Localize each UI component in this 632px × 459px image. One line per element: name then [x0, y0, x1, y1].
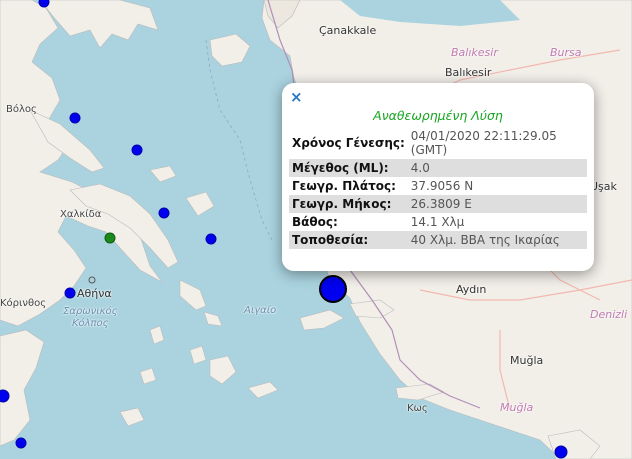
- map-label-aydin: Aydın: [456, 283, 487, 296]
- map-label-mugla: Muğla: [510, 354, 544, 367]
- quake-marker: [38, 0, 50, 8]
- selected-quake-marker: [319, 275, 347, 303]
- magnitude-label: Μέγεθος (ML):: [289, 159, 408, 177]
- origin-time-label: Χρόνος Γένεσης:: [292, 136, 405, 150]
- quake-marker-green: [104, 232, 116, 244]
- map-label-mugla-region: Muğla: [500, 401, 534, 414]
- map-label-usak: Uşak: [590, 180, 617, 193]
- table-row: Χρόνος Γένεσης: 04/01/2020 22:11:29.05 (…: [289, 127, 587, 159]
- depth-label: Βάθος:: [292, 215, 338, 229]
- map-label-kos: Κως: [407, 403, 428, 414]
- longitude-label: Γεωγρ. Μήκος:: [289, 195, 408, 213]
- map-label-canakkale: Çanakkale: [319, 24, 377, 37]
- earthquake-info-popup: × Αναθεωρημένη Λύση Χρόνος Γένεσης: 04/0…: [282, 83, 594, 271]
- quake-marker: [131, 144, 143, 156]
- quake-marker: [64, 287, 76, 299]
- map-label-volos: Βόλος: [6, 104, 37, 115]
- map-label-bursa: Bursa: [550, 46, 582, 59]
- quake-marker: [15, 437, 27, 449]
- map-label-balikesir-region: Balıkesir: [451, 46, 498, 59]
- quake-marker: [69, 112, 81, 124]
- table-row: Γεωγρ. Πλάτος: 37.9056 N: [289, 177, 587, 195]
- location-label: Τοποθεσία:: [289, 231, 408, 249]
- map-label-balikesir: Balıkesir: [445, 66, 492, 79]
- quake-marker: [554, 445, 568, 459]
- close-icon[interactable]: ×: [290, 89, 303, 105]
- map-label-saronic: Σαρωνικός Κόλπος: [63, 306, 118, 329]
- table-row: Γεωγρ. Μήκος: 26.3809 E: [289, 195, 587, 213]
- earthquake-details-table: Χρόνος Γένεσης: 04/01/2020 22:11:29.05 (…: [289, 127, 587, 249]
- magnitude-value: 4.0: [407, 159, 587, 177]
- quake-marker: [205, 233, 217, 245]
- map-label-aigaio: Αιγαίο: [244, 305, 277, 316]
- quake-marker: [0, 389, 10, 403]
- location-value: 40 Χλμ. ΒΒΑ της Ικαρίας: [407, 231, 587, 249]
- map-label-athina: Αθήνα: [77, 287, 112, 300]
- longitude-value: 26.3809 E: [407, 195, 587, 213]
- latitude-label: Γεωγρ. Πλάτος:: [292, 179, 396, 193]
- latitude-value: 37.9056 N: [410, 179, 474, 193]
- popup-title: Αναθεωρημένη Λύση: [373, 108, 503, 123]
- table-row: Τοποθεσία: 40 Χλμ. ΒΒΑ της Ικαρίας: [289, 231, 587, 249]
- table-row: Μέγεθος (ML): 4.0: [289, 159, 587, 177]
- table-row: Βάθος: 14.1 Χλμ: [289, 213, 587, 231]
- quake-marker: [158, 207, 170, 219]
- map-label-korinthos: Κόρινθος: [0, 298, 47, 309]
- origin-time-value: 04/01/2020 22:11:29.05 (GMT): [410, 129, 557, 157]
- map-label-denizli: Denizli: [590, 308, 628, 321]
- depth-value: 14.1 Χλμ: [410, 215, 465, 229]
- map-label-chalkida: Χαλκίδα: [60, 209, 102, 220]
